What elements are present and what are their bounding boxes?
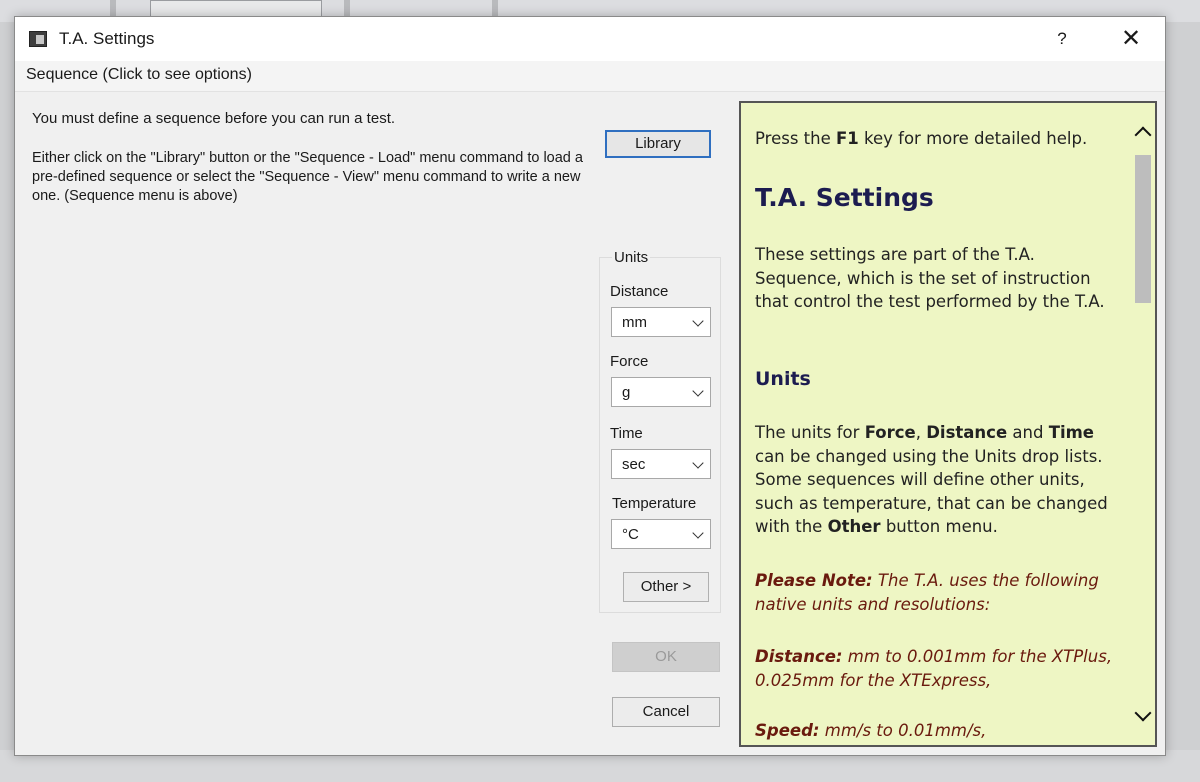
other-button[interactable]: Other > xyxy=(623,572,709,602)
help-bold-distance: Distance xyxy=(926,423,1008,442)
help-text: button menu. xyxy=(880,517,998,536)
help-button[interactable]: ? xyxy=(1045,25,1079,53)
ta-settings-dialog: T.A. Settings ? ✕ Sequence (Click to see… xyxy=(14,16,1166,756)
help-f1-key: F1 xyxy=(836,129,859,148)
help-panel[interactable]: Press the F1 key for more detailed help.… xyxy=(739,101,1157,747)
force-label: Force xyxy=(610,353,649,370)
help-title: T.A. Settings xyxy=(755,183,934,212)
chevron-down-icon xyxy=(692,385,704,397)
units-group-label: Units xyxy=(612,249,651,266)
time-label: Time xyxy=(610,425,643,442)
temperature-value: °C xyxy=(622,526,639,543)
distance-label: Distance xyxy=(610,283,669,300)
instruction-text: You must define a sequence before you ca… xyxy=(32,110,396,127)
help-text: The units for xyxy=(755,423,865,442)
chevron-down-icon xyxy=(692,315,704,327)
dialog-title: T.A. Settings xyxy=(59,29,155,48)
help-f1-hint-pre: Press the xyxy=(755,129,836,148)
sequence-menu[interactable]: Sequence (Click to see options) xyxy=(26,66,252,84)
force-select[interactable]: g xyxy=(611,377,711,407)
help-note: Please Note: The T.A. uses the following… xyxy=(755,569,1125,617)
time-select[interactable]: sec xyxy=(611,449,711,479)
distance-value: mm xyxy=(622,314,647,331)
distance-select[interactable]: mm xyxy=(611,307,711,337)
help-units-heading: Units xyxy=(755,368,811,390)
help-note-label: Please Note: xyxy=(755,571,873,590)
help-f1-hint: Press the F1 key for more detailed help. xyxy=(755,129,1087,148)
help-bold-other: Other xyxy=(827,517,881,536)
scroll-thumb[interactable] xyxy=(1135,155,1151,303)
library-button[interactable]: Library xyxy=(605,130,711,158)
help-text: , xyxy=(915,423,927,442)
help-scrollbar[interactable] xyxy=(1131,103,1155,745)
help-distance-note: Distance: mm to 0.001mm for the XTPlus, … xyxy=(755,645,1125,693)
help-paragraph: These settings are part of the T.A. Sequ… xyxy=(755,245,1105,311)
chevron-down-icon xyxy=(692,457,704,469)
help-f1-hint-post: key for more detailed help. xyxy=(858,129,1088,148)
scroll-down-icon[interactable] xyxy=(1134,704,1152,722)
title-bar: T.A. Settings ? ✕ xyxy=(15,17,1165,61)
help-units-paragraph: The units for Force, Distance and Time c… xyxy=(755,421,1125,539)
menu-bar: Sequence (Click to see options) xyxy=(15,61,1165,92)
force-value: g xyxy=(622,384,631,401)
help-speed-note: Speed: mm/s to 0.01mm/s, xyxy=(755,719,1125,743)
temperature-select[interactable]: °C xyxy=(611,519,711,549)
close-button[interactable]: ✕ xyxy=(1111,23,1151,55)
cancel-button[interactable]: Cancel xyxy=(612,697,720,727)
scroll-up-icon[interactable] xyxy=(1134,126,1152,144)
time-value: sec xyxy=(622,456,646,473)
window-icon xyxy=(29,31,47,47)
chevron-down-icon xyxy=(692,527,704,539)
help-distance-label: Distance: xyxy=(755,647,843,666)
temperature-label: Temperature xyxy=(612,495,697,512)
help-speed-text: mm/s to 0.01mm/s, xyxy=(819,721,987,740)
help-text: and xyxy=(1007,423,1049,442)
instruction-detail: Either click on the "Library" button or … xyxy=(32,150,583,204)
help-speed-label: Speed: xyxy=(755,721,820,740)
help-bold-force: Force xyxy=(864,423,916,442)
ok-button: OK xyxy=(612,642,720,672)
help-bold-time: Time xyxy=(1048,423,1094,442)
